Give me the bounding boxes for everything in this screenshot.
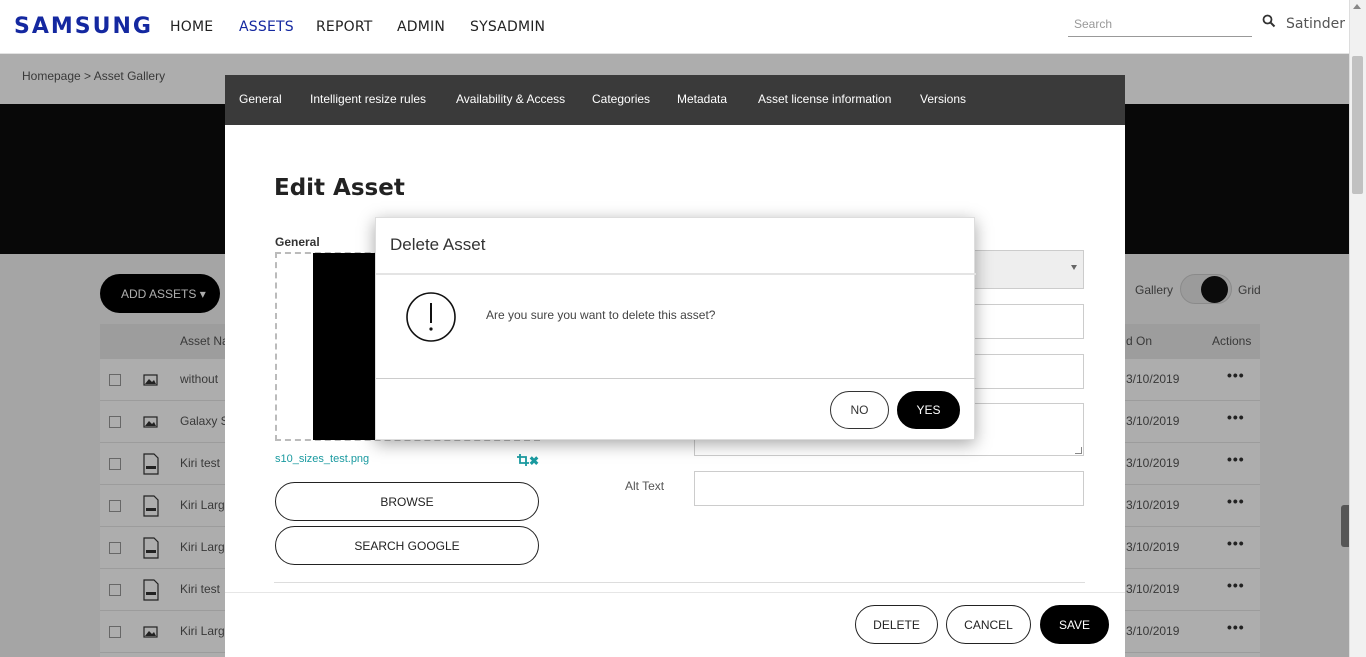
search-input[interactable] xyxy=(1068,12,1252,37)
tab-general[interactable]: General xyxy=(239,92,282,106)
user-menu[interactable]: Satinder xyxy=(1286,16,1345,32)
general-section-label: General xyxy=(275,235,320,249)
no-button[interactable]: NO xyxy=(830,391,889,429)
nav-report[interactable]: REPORT xyxy=(316,19,373,35)
dialog-message: Are you sure you want to delete this ass… xyxy=(486,308,716,322)
search-google-button[interactable]: SEARCH GOOGLE xyxy=(275,526,539,565)
nav-admin[interactable]: ADMIN xyxy=(397,19,445,35)
alt-text-field[interactable] xyxy=(694,471,1084,506)
form-divider xyxy=(274,582,1085,583)
cancel-button[interactable]: CANCEL xyxy=(946,605,1031,644)
browse-button[interactable]: BROWSE xyxy=(275,482,539,521)
nav-sysadmin[interactable]: SYSADMIN xyxy=(470,19,545,35)
alt-text-label: Alt Text xyxy=(625,479,665,493)
save-button[interactable]: SAVE xyxy=(1040,605,1109,644)
tab-intelligent-resize-rules[interactable]: Intelligent resize rules xyxy=(310,92,426,106)
search-icon[interactable] xyxy=(1262,14,1276,28)
samsung-logo[interactable]: SAMSUNG xyxy=(14,14,153,39)
tab-availability-access[interactable]: Availability & Access xyxy=(456,92,565,106)
tab-asset-license-information[interactable]: Asset license information xyxy=(758,92,891,106)
yes-button[interactable]: YES xyxy=(897,391,960,429)
edit-asset-title: Edit Asset xyxy=(274,175,405,201)
scroll-up-arrow-icon[interactable] xyxy=(1353,4,1361,9)
select-chevron-down-icon xyxy=(1071,265,1077,270)
remove-file-icon[interactable]: ✖ xyxy=(529,454,539,468)
tab-categories[interactable]: Categories xyxy=(592,92,650,106)
delete-asset-dialog: Delete Asset Are you sure you want to de… xyxy=(375,217,976,440)
modal-footer-divider xyxy=(225,592,1125,593)
crop-icon[interactable] xyxy=(517,454,529,466)
top-navigation-bar: SAMSUNG HOME ASSETS REPORT ADMIN SYSADMI… xyxy=(0,0,1349,54)
textarea-resize-handle[interactable] xyxy=(1075,447,1082,454)
nav-assets[interactable]: ASSETS xyxy=(239,19,294,35)
side-panel-tab[interactable] xyxy=(1341,505,1349,547)
delete-button[interactable]: DELETE xyxy=(855,605,938,644)
scrollbar-thumb[interactable] xyxy=(1352,56,1363,194)
nav-home[interactable]: HOME xyxy=(170,19,213,35)
asset-file-link[interactable]: s10_sizes_test.png xyxy=(275,453,369,465)
tab-metadata[interactable]: Metadata xyxy=(677,92,727,106)
dialog-footer-divider xyxy=(376,378,976,379)
dialog-header-divider xyxy=(376,273,976,275)
exclamation-icon xyxy=(406,292,456,342)
tab-versions[interactable]: Versions xyxy=(920,92,966,106)
dialog-title: Delete Asset xyxy=(390,235,486,254)
edit-asset-tabs: General Intelligent resize rules Availab… xyxy=(225,75,1125,125)
